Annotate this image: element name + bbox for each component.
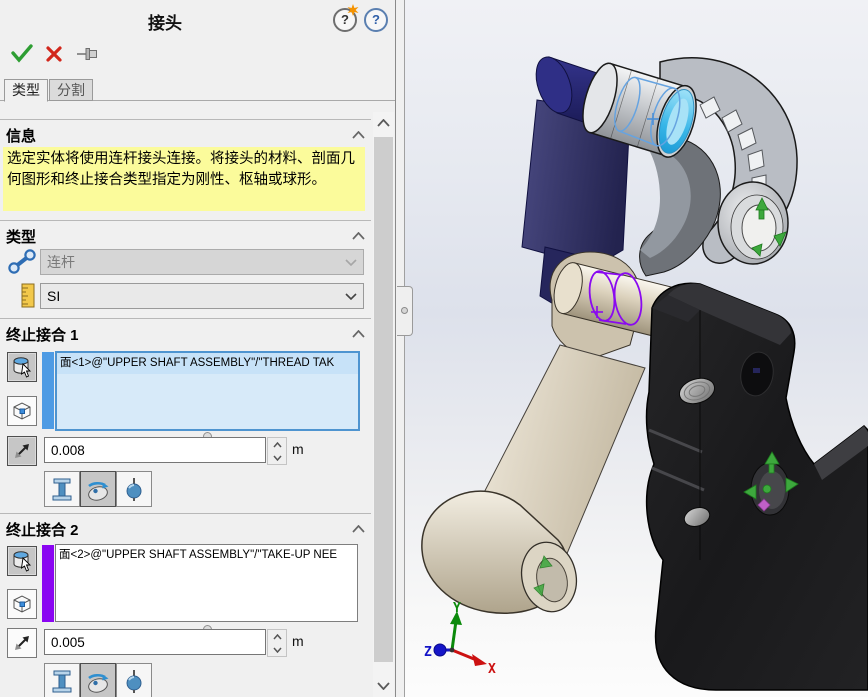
collapse-chevron-icon[interactable]: [352, 131, 365, 139]
end-joint-2-header[interactable]: 终止接合 2: [6, 519, 79, 540]
group-divider: [0, 318, 371, 319]
group-divider: [0, 513, 371, 514]
collapse-chevron-icon[interactable]: [352, 525, 365, 533]
tab-split[interactable]: 分割: [49, 79, 93, 101]
chevron-down-icon: [345, 293, 357, 300]
cad-scene: Y X Z: [405, 0, 868, 697]
link-joint-icon: [7, 248, 37, 274]
group-divider: [0, 220, 371, 221]
help-question-glyph: ?: [372, 12, 380, 27]
selection-item[interactable]: 面<1>@"UPPER SHAFT ASSEMBLY"/"THREAD TAK: [57, 353, 358, 374]
spherical-joint-icon: [121, 476, 147, 502]
new-star-icon: [347, 4, 359, 16]
end-joint-1-header[interactable]: 终止接合 1: [6, 324, 79, 345]
pin-button[interactable]: [76, 47, 100, 61]
rigid-joint-button-2[interactable]: [44, 663, 80, 697]
vertex-cube-icon: [10, 592, 34, 616]
rigid-joint-icon: [49, 476, 75, 502]
panel-scrollbar[interactable]: [373, 112, 394, 697]
pivot-joint-button-1[interactable]: [80, 471, 116, 507]
orientation-triad: Y X Z: [424, 601, 496, 677]
selection-listbox-1[interactable]: 面<1>@"UPPER SHAFT ASSEMBLY"/"THREAD TAK: [55, 351, 360, 431]
property-manager-panel: 接头 ? ? 类型 分割 信息 选定实体: [0, 0, 396, 697]
type-group-header[interactable]: 类型: [6, 226, 36, 247]
collapse-chevron-icon[interactable]: [352, 232, 365, 240]
spinner-down-icon[interactable]: [268, 643, 286, 656]
diameter-input-2[interactable]: [44, 629, 266, 655]
vertex-cube-icon: [10, 399, 34, 423]
selection-item[interactable]: 面<2>@"UPPER SHAFT ASSEMBLY"/"TAKE-UP NEE: [56, 545, 357, 566]
panel-edge-strip: [396, 0, 405, 697]
diameter-arrows-icon: [10, 439, 34, 463]
help-button[interactable]: ?: [364, 8, 388, 32]
face-cylinder-icon: [10, 355, 34, 379]
handle-grip-dot: [401, 307, 408, 314]
unit-label-2: m: [292, 633, 304, 649]
pivot-joint-icon: [85, 476, 111, 502]
joint-type-dropdown: 连杆: [40, 249, 364, 275]
cancel-button[interactable]: [45, 45, 63, 63]
joint-type-value: 连杆: [47, 254, 75, 270]
scroll-up-icon[interactable]: [373, 112, 394, 133]
pivot-joint-button-2[interactable]: [80, 663, 116, 697]
face-cylinder-icon: [10, 549, 34, 573]
units-dropdown[interactable]: SI: [40, 283, 364, 309]
part-black-bracket[interactable]: [647, 283, 868, 690]
selection-color-bar-2: [42, 545, 54, 622]
select-face-button-2[interactable]: [7, 546, 37, 576]
diameter-spinner-2[interactable]: [267, 629, 287, 657]
selection-listbox-2[interactable]: 面<2>@"UPPER SHAFT ASSEMBLY"/"TAKE-UP NEE: [55, 544, 358, 622]
panel-tabs: 类型 分割: [4, 79, 93, 101]
diameter-input-1[interactable]: [44, 437, 266, 463]
ok-button[interactable]: [10, 43, 34, 63]
chevron-down-icon: [345, 259, 357, 266]
spinner-up-icon[interactable]: [268, 438, 286, 451]
units-value: SI: [47, 288, 60, 304]
info-group-header[interactable]: 信息: [6, 125, 36, 146]
triad-z-label: Z: [424, 645, 432, 660]
panel-collapse-handle[interactable]: [397, 286, 413, 336]
diameter-arrows-icon: [10, 631, 34, 655]
solidworks-joint-propertymanager: 接头 ? ? 类型 分割 信息 选定实体: [0, 0, 868, 697]
spherical-joint-button-1[interactable]: [116, 471, 152, 507]
unit-label-1: m: [292, 441, 304, 457]
group-divider: [0, 119, 371, 120]
pivot-joint-icon: [85, 668, 111, 694]
triad-x-label: X: [488, 662, 496, 677]
scroll-down-icon[interactable]: [373, 675, 394, 696]
rigid-joint-button-1[interactable]: [44, 471, 80, 507]
spinner-down-icon[interactable]: [268, 451, 286, 464]
select-vertex-button-1[interactable]: [7, 396, 37, 426]
diameter-button-2[interactable]: [7, 628, 37, 658]
rigid-joint-icon: [49, 668, 75, 694]
spherical-joint-icon: [121, 668, 147, 694]
page-title: 接头: [0, 9, 330, 34]
info-message: 选定实体将使用连杆接头连接。将接头的材料、剖面几何图形和终止接合类型指定为刚性、…: [3, 147, 365, 211]
units-ruler-icon: [21, 283, 36, 308]
selection-color-bar-1: [42, 352, 54, 429]
diameter-button-1[interactable]: [7, 436, 37, 466]
graphics-viewport[interactable]: Y X Z: [405, 0, 868, 697]
tab-type[interactable]: 类型: [4, 79, 48, 102]
select-face-button-1[interactable]: [7, 352, 37, 382]
spinner-up-icon[interactable]: [268, 630, 286, 643]
diameter-spinner-1[interactable]: [267, 437, 287, 465]
spherical-joint-button-2[interactable]: [116, 663, 152, 697]
collapse-chevron-icon[interactable]: [352, 330, 365, 338]
select-vertex-button-2[interactable]: [7, 589, 37, 619]
triad-y-label: Y: [453, 601, 461, 616]
scrollbar-thumb[interactable]: [374, 137, 393, 662]
